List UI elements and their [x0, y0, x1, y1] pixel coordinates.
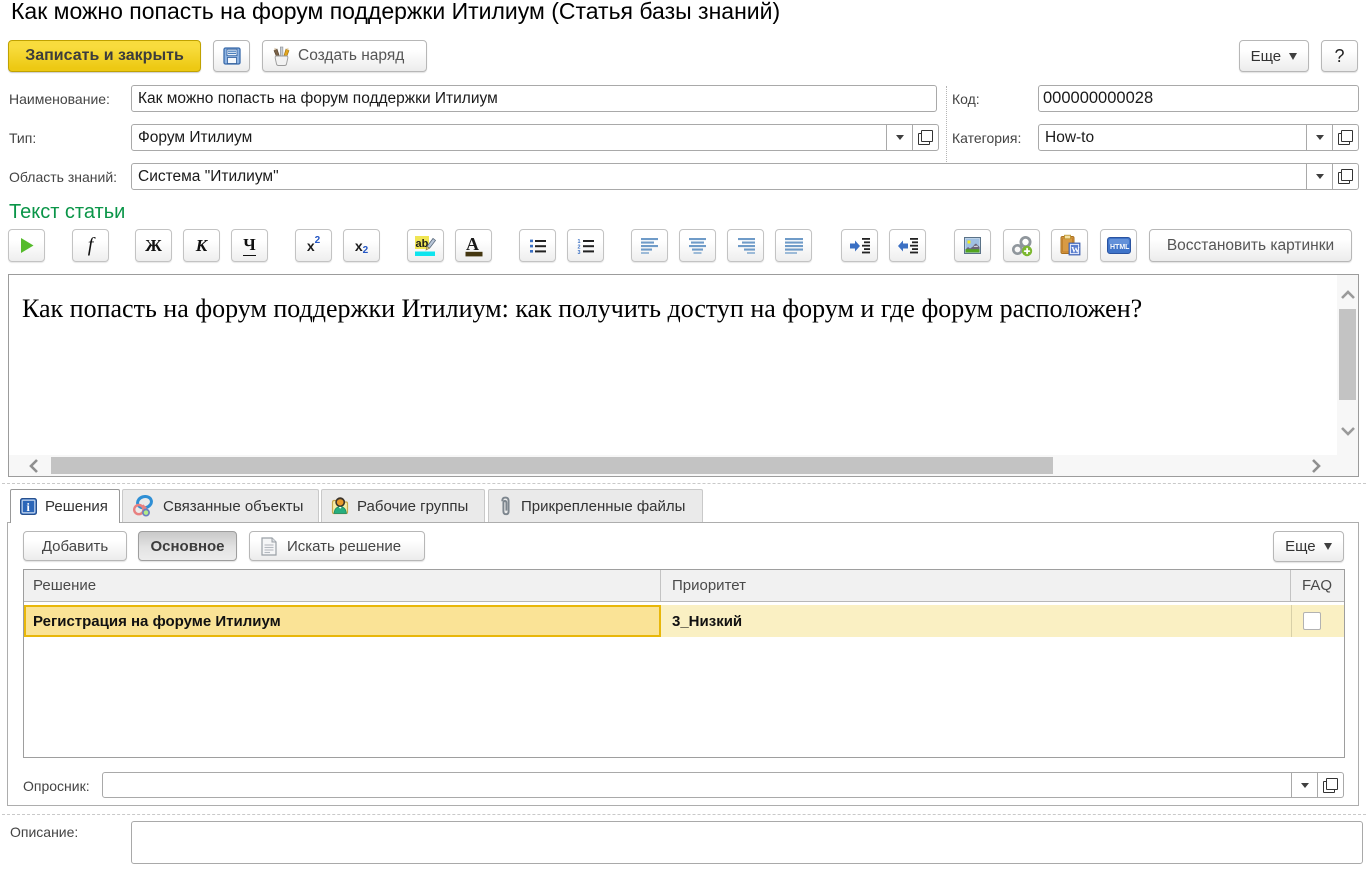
svg-text:W: W	[1071, 245, 1080, 255]
svg-text:3: 3	[577, 249, 580, 253]
svg-text:A: A	[466, 234, 479, 254]
svg-text:HTML: HTML	[1110, 244, 1130, 251]
